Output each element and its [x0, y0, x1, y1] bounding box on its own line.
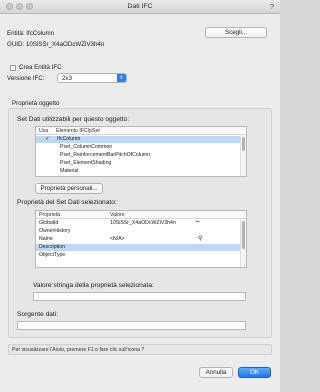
entity-label: Entità: IfcColumn — [7, 30, 55, 37]
pencil-icon[interactable]: ⥊ — [195, 219, 200, 226]
ifc-version-select[interactable]: 2x3 ⇕ — [57, 73, 127, 83]
window-title: Dati IFC — [127, 3, 153, 10]
chevron-updown-icon: ⇕ — [117, 74, 126, 82]
choose-entity-button[interactable]: Scegli... — [205, 27, 267, 38]
scroll-thumb[interactable] — [242, 137, 245, 151]
create-ifc-entity-checkbox[interactable] — [10, 65, 16, 71]
create-ifc-entity-label: Crea Entità IFC — [19, 64, 62, 71]
data-set-row[interactable]: Pset_ElementShading — [36, 160, 246, 167]
property-row[interactable]: ObjectType — [36, 252, 246, 259]
property-row[interactable]: GlobalId 10SiSSr_X4aODcWZiV3h4n ⥊ — [36, 219, 246, 227]
property-row[interactable]: Name <N/A> ⚲ — [36, 236, 246, 243]
data-sets-list: Usa Elemento IFC/pSet ✓ IfcColumn Pset_C… — [35, 126, 247, 177]
data-set-row[interactable]: Pset_ReinforcementBarPitchOfColumn — [36, 152, 246, 159]
set-properties-header: Proprietà Valore — [36, 211, 246, 219]
column-use: Usa — [39, 128, 49, 134]
dati-ifc-dialog: Dati IFC ? Entità: IfcColumn GUID: 10SiS… — [0, 0, 280, 392]
column-value: Valore — [110, 212, 125, 218]
data-set-row[interactable]: Material — [36, 168, 246, 175]
usable-data-sets-label: Set Dati utilizzabili per questo oggetto… — [17, 116, 130, 123]
data-sets-header: Usa Elemento IFC/pSet — [36, 127, 246, 135]
title-bar: Dati IFC ? — [0, 0, 280, 14]
column-ifc-element: Elemento IFC/pSet — [56, 128, 100, 134]
data-set-row[interactable]: Pset_ColumnCommon — [36, 144, 246, 151]
data-set-row[interactable]: ✓ IfcColumn — [36, 136, 246, 143]
cancel-button[interactable]: Annulla — [199, 367, 233, 378]
help-status-bar: Per visualizzare l'Aiuto, premere F1 o f… — [8, 344, 272, 355]
data-sets-scrollbar[interactable] — [240, 135, 246, 176]
set-properties-scrollbar[interactable] — [240, 219, 246, 267]
help-status-text: Per visualizzare l'Aiuto, premere F1 o f… — [12, 347, 145, 353]
checkmark-icon[interactable]: ✓ — [45, 136, 50, 143]
property-row[interactable]: Description — [36, 244, 246, 251]
data-source-field[interactable] — [17, 321, 246, 330]
property-row[interactable]: OwnerHistory — [36, 228, 246, 235]
object-properties-label: Proprietà oggetto — [12, 100, 60, 107]
ok-button[interactable]: OK — [238, 367, 271, 378]
ifc-version-value: 2x3 — [62, 75, 72, 82]
selected-set-properties-label: Proprietà del Set Dati selezionato: — [17, 199, 117, 206]
help-icon[interactable]: ? — [270, 2, 274, 11]
custom-properties-button[interactable]: Proprietà personali... — [35, 183, 103, 194]
data-source-label: Sorgente dati: — [17, 311, 59, 318]
link-icon[interactable]: ⚲ — [198, 236, 202, 243]
value-string-label: Valore stringa della proprietà seleziona… — [33, 282, 154, 289]
ifc-version-label: Versione IFC: — [7, 75, 45, 82]
scroll-thumb[interactable] — [242, 221, 245, 249]
set-properties-list: Proprietà Valore GlobalId 10SiSSr_X4aODc… — [35, 210, 247, 268]
column-property: Proprietà — [39, 212, 61, 218]
guid-label: GUID: 10SiSSr_X4aODcWZiV3h4n — [7, 41, 105, 48]
value-string-field[interactable] — [33, 292, 246, 301]
